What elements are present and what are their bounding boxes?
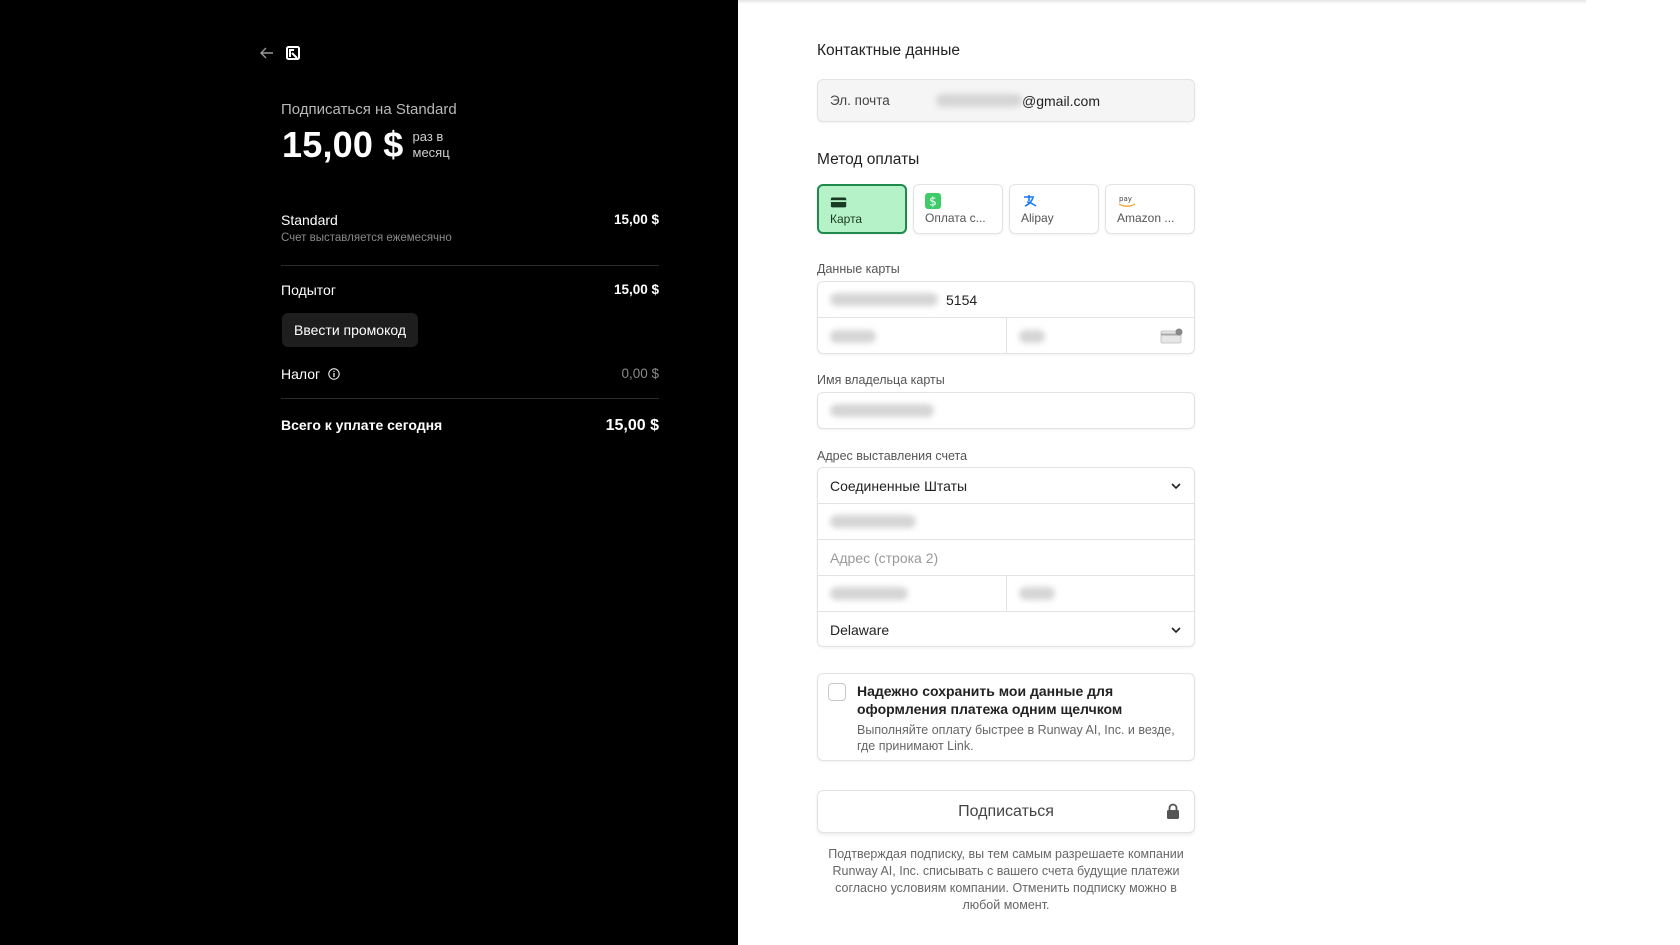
chevron-down-icon xyxy=(1171,627,1181,634)
tax-row: Налог 0,00 $ xyxy=(281,366,659,382)
save-info-title: Надежно сохранить мои данные для оформле… xyxy=(857,683,1123,717)
runway-logo-icon[interactable] xyxy=(286,46,300,60)
price-period: раз в месяц xyxy=(412,129,450,160)
svg-text:pay: pay xyxy=(1119,195,1132,203)
contact-heading: Контактные данные xyxy=(817,42,960,59)
total-label: Всего к уплате сегодня xyxy=(281,417,443,433)
cardholder-name-input[interactable] xyxy=(817,392,1195,429)
tab-card-label: Карта xyxy=(830,212,863,226)
tab-alipay[interactable]: Alipay xyxy=(1009,184,1099,234)
payment-method-heading: Метод оплаты xyxy=(817,151,920,168)
divider xyxy=(281,398,659,399)
cardholder-label: Имя владельца карты xyxy=(817,373,945,387)
tab-cash-app-label: Оплата с... xyxy=(925,211,986,225)
tax-amount: 0,00 $ xyxy=(621,366,659,381)
lock-icon xyxy=(1167,803,1179,819)
top-nav xyxy=(260,46,300,60)
country-value: Соединенные Штаты xyxy=(830,477,968,494)
save-info-description: Выполняйте оплату быстрее в Runway AI, I… xyxy=(857,723,1175,753)
back-arrow-icon[interactable] xyxy=(260,47,274,59)
cvc-card-icon xyxy=(1160,328,1183,344)
address-line1-input[interactable] xyxy=(818,504,1194,540)
save-info-box: Надежно сохранить мои данные для оформле… xyxy=(817,673,1195,761)
save-info-checkbox[interactable] xyxy=(828,683,846,701)
plan-billing-note: Счет выставляется ежемесячно xyxy=(281,232,452,244)
redacted-card-number xyxy=(830,293,938,306)
info-icon[interactable] xyxy=(328,368,340,380)
subtotal-amount: 15,00 $ xyxy=(613,282,659,297)
tax-label: Налог xyxy=(281,366,321,382)
subscribe-button-label: Подписаться xyxy=(958,802,1054,820)
card-cvc-input[interactable] xyxy=(1007,318,1195,354)
card-number-input[interactable]: 5154 xyxy=(818,282,1194,318)
billing-address-field: Соединенные Штаты Адрес (строка 2) Delaw… xyxy=(817,467,1195,647)
order-summary-panel: Подписаться на Standard 15,00 $ раз в ме… xyxy=(0,0,738,945)
price-block: 15,00 $ раз в месяц xyxy=(282,124,473,166)
redacted-expiry xyxy=(830,329,876,343)
total-amount: 15,00 $ xyxy=(605,417,659,434)
redacted-cvc xyxy=(1018,329,1045,343)
subtotal-row: Подытог 15,00 $ xyxy=(281,282,659,298)
billing-address-label: Адрес выставления счета xyxy=(817,449,968,463)
card-details-label: Данные карты xyxy=(817,262,900,276)
subscribe-button[interactable]: Подписаться xyxy=(817,790,1195,833)
card-details-field: 5154 xyxy=(817,281,1195,354)
card-last4: 5154 xyxy=(946,291,978,308)
tab-amazon-pay-label: Amazon ... xyxy=(1117,211,1175,225)
redacted-email xyxy=(936,94,1022,107)
state-value: Delaware xyxy=(830,622,890,638)
email-label: Эл. почта xyxy=(830,93,890,108)
cash-app-icon: $ xyxy=(925,193,941,209)
redacted-zip xyxy=(1018,587,1055,600)
zip-input[interactable] xyxy=(1007,576,1195,611)
divider xyxy=(281,265,659,266)
state-select[interactable]: Delaware xyxy=(818,612,1194,648)
subscribe-heading: Подписаться на Standard xyxy=(281,101,457,118)
redacted-cardholder xyxy=(830,404,934,417)
alipay-icon xyxy=(1024,195,1037,207)
address-line2-input[interactable]: Адрес (строка 2) xyxy=(818,540,1194,576)
email-field[interactable]: Эл. почта @gmail.com xyxy=(817,79,1195,122)
redacted-address-line1 xyxy=(830,515,916,528)
subscription-disclaimer: Подтверждая подписку, вы тем самым разре… xyxy=(828,847,1184,912)
total-row: Всего к уплате сегодня 15,00 $ xyxy=(281,417,659,435)
tab-amazon-pay[interactable]: pay Amazon ... xyxy=(1105,184,1195,234)
chevron-down-icon xyxy=(1171,483,1181,490)
card-expiry-input[interactable] xyxy=(818,318,1007,354)
top-edge xyxy=(738,0,1586,4)
tab-alipay-label: Alipay xyxy=(1021,211,1054,225)
amazon-pay-icon: pay xyxy=(1118,195,1136,207)
promo-code-button[interactable]: Ввести промокод xyxy=(282,313,419,347)
redacted-city xyxy=(830,587,908,600)
plan-line-item: Standard 15,00 $ xyxy=(281,212,659,228)
plan-name: Standard xyxy=(281,212,338,228)
svg-text:$: $ xyxy=(929,195,937,209)
country-select[interactable]: Соединенные Штаты xyxy=(818,468,1194,504)
city-zip-row xyxy=(818,576,1194,612)
city-input[interactable] xyxy=(818,576,1007,611)
address-line2-placeholder: Адрес (строка 2) xyxy=(830,549,939,566)
email-value: @gmail.com xyxy=(1022,92,1101,109)
payment-method-tabs: Карта $ Оплата с... Alipay pay Amazon ..… xyxy=(817,184,1195,234)
tab-cash-app[interactable]: $ Оплата с... xyxy=(913,184,1003,234)
subtotal-label: Подытог xyxy=(281,282,336,298)
card-icon xyxy=(830,197,847,208)
price-amount: 15,00 $ xyxy=(282,124,404,165)
tab-card[interactable]: Карта xyxy=(817,184,907,234)
plan-amount: 15,00 $ xyxy=(613,212,659,227)
